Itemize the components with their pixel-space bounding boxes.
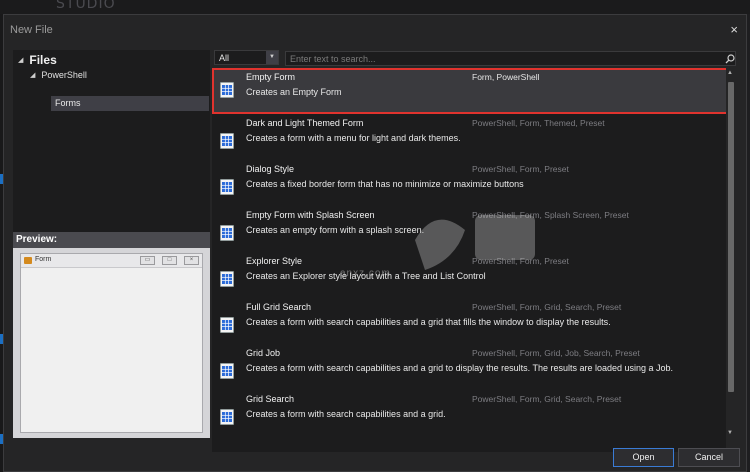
open-button[interactable]: Open xyxy=(613,448,674,467)
template-description: Creates a form with a menu for light and… xyxy=(246,133,461,143)
tree-node-powershell[interactable]: ◢ PowerShell xyxy=(30,70,87,80)
tree-node-forms[interactable]: Forms xyxy=(51,96,209,111)
form-preview-window: Form ▭ □ × xyxy=(20,253,203,433)
form-file-icon xyxy=(220,271,234,287)
form-icon xyxy=(24,257,32,264)
template-item[interactable]: Grid Job Creates a form with search capab… xyxy=(212,344,726,390)
chevron-down-icon[interactable]: ▼ xyxy=(266,51,278,64)
close-icon: × xyxy=(184,256,199,265)
template-title: Empty Form with Splash Screen xyxy=(246,210,375,220)
template-tags: PowerShell, Form, Splash Screen, Preset xyxy=(472,210,629,220)
form-file-icon xyxy=(220,133,234,149)
template-item[interactable]: Empty Form with Splash Screen Creates an … xyxy=(212,206,726,252)
background-logo: STUDIO xyxy=(56,0,116,12)
form-file-icon xyxy=(220,82,234,98)
scroll-up-icon[interactable]: ▲ xyxy=(727,70,733,76)
template-item[interactable]: Grid Search Creates a form with search ca… xyxy=(212,390,726,436)
template-tags: PowerShell, Form, Grid, Search, Preset xyxy=(472,394,622,404)
expand-triangle-icon[interactable]: ◢ xyxy=(18,56,23,64)
template-tags: PowerShell, Form, Themed, Preset xyxy=(472,118,605,128)
template-tags: PowerShell, Form, Preset xyxy=(472,164,569,174)
background-app-strip: STUDIO xyxy=(0,0,750,14)
form-file-icon xyxy=(220,225,234,241)
preview-header: Preview: xyxy=(13,232,210,248)
template-item[interactable]: Empty Form Creates an Empty Form Form, Pow… xyxy=(212,68,726,114)
template-tags: PowerShell, Form, Preset xyxy=(472,256,569,266)
minimize-icon: ▭ xyxy=(140,256,155,265)
template-description: Creates a fixed border form that has no … xyxy=(246,179,524,189)
preview-area: Form ▭ □ × xyxy=(13,248,210,438)
template-description: Creates a form with search capabilities … xyxy=(246,363,674,373)
form-file-icon xyxy=(220,317,234,333)
dialog-title: New File xyxy=(10,24,53,36)
tree-node-label: PowerShell xyxy=(41,70,87,80)
template-title: Explorer Style xyxy=(246,256,303,266)
template-title: Empty Form xyxy=(246,72,296,82)
form-preview-titlebar: Form ▭ □ × xyxy=(21,254,202,268)
list-scrollbar[interactable]: ▲ ▼ xyxy=(726,68,736,438)
template-description: Creates a form with search capabilities … xyxy=(246,409,446,419)
template-description: Creates an empty form with a splash scre… xyxy=(246,225,425,235)
filter-selected-value: All xyxy=(219,53,230,63)
template-description: Creates an Empty Form xyxy=(246,87,342,97)
template-title: Dark and Light Themed Form xyxy=(246,118,364,128)
template-title: Grid Search xyxy=(246,394,295,404)
category-filter-dropdown[interactable]: All ▼ xyxy=(214,50,279,65)
template-tags: PowerShell, Form, Grid, Job, Search, Pre… xyxy=(472,348,640,358)
template-item[interactable]: Dialog Style Creates a fixed border form … xyxy=(212,160,726,206)
scroll-down-icon[interactable]: ▼ xyxy=(727,430,733,436)
scroll-thumb[interactable] xyxy=(728,82,734,392)
close-icon[interactable]: × xyxy=(730,22,738,37)
template-title: Full Grid Search xyxy=(246,302,312,312)
search-icon[interactable] xyxy=(725,54,735,64)
dialog-titlebar: New File × xyxy=(4,15,746,45)
search-input[interactable] xyxy=(285,51,736,66)
watermark-text: anxz.com xyxy=(340,268,391,279)
template-item[interactable]: Full Grid Search Creates a form with sear… xyxy=(212,298,726,344)
template-item[interactable]: Explorer Style Creates an Explorer style … xyxy=(212,252,726,298)
template-tags: Form, PowerShell xyxy=(472,72,540,82)
tree-root-label: Files xyxy=(29,53,57,67)
template-item[interactable]: Dark and Light Themed Form Creates a form… xyxy=(212,114,726,160)
form-file-icon xyxy=(220,179,234,195)
form-preview-title: Form xyxy=(35,256,52,263)
form-file-icon xyxy=(220,409,234,425)
template-title: Dialog Style xyxy=(246,164,295,174)
template-description: Creates a form with search capabilities … xyxy=(246,317,611,327)
template-list: Empty Form Creates an Empty Form Form, Pow… xyxy=(212,68,726,452)
expand-triangle-icon[interactable]: ◢ xyxy=(30,71,35,79)
tree-root[interactable]: ◢ Files xyxy=(18,53,57,67)
form-file-icon xyxy=(220,363,234,379)
maximize-icon: □ xyxy=(162,256,177,265)
template-tags: PowerShell, Form, Grid, Search, Preset xyxy=(472,302,622,312)
cancel-button[interactable]: Cancel xyxy=(678,448,740,467)
template-title: Grid Job xyxy=(246,348,281,358)
file-category-tree: ◢ Files ◢ PowerShell Forms xyxy=(13,50,210,241)
